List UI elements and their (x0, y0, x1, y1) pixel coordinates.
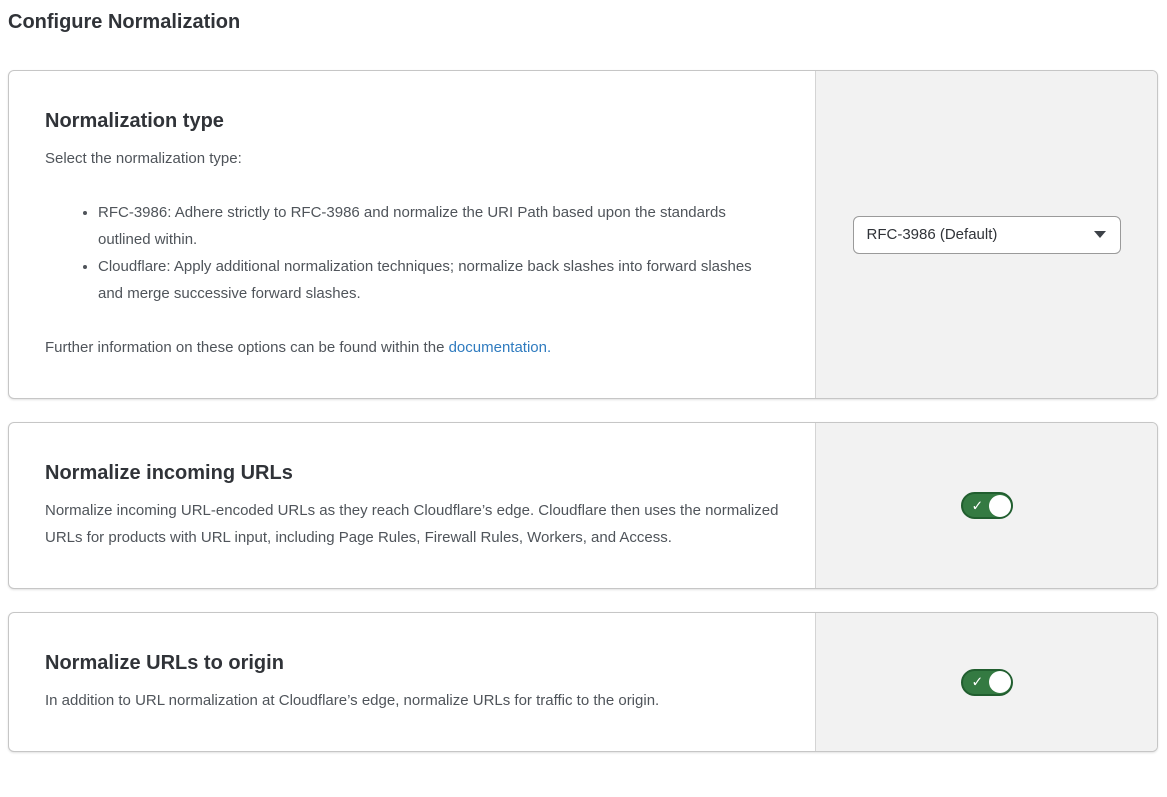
page-title: Configure Normalization (8, 10, 1158, 34)
normalization-type-select[interactable]: RFC-3986 (Default) (853, 216, 1121, 254)
footer-note-period: . (547, 339, 551, 356)
card-title: Normalization type (45, 108, 779, 134)
toggle-knob (989, 495, 1011, 517)
settings-card-normalize-urls-to-origin: Normalize URLs to origin In addition to … (8, 612, 1158, 752)
footer-note-text: Further information on these options can… (45, 339, 449, 356)
card-title: Normalize incoming URLs (45, 460, 779, 486)
card-content: Normalize URLs to origin In addition to … (9, 613, 815, 751)
card-intro: Select the normalization type: (45, 145, 779, 172)
settings-card-normalization-type: Normalization type Select the normalizat… (8, 70, 1158, 399)
card-content: Normalize incoming URLs Normalize incomi… (9, 423, 815, 588)
card-control-panel: ✓ (815, 613, 1157, 751)
card-title: Normalize URLs to origin (45, 650, 779, 676)
list-item: Cloudflare: Apply additional normalizati… (98, 253, 779, 307)
footer-note: Further information on these options can… (45, 334, 779, 361)
settings-card-normalize-incoming-urls: Normalize incoming URLs Normalize incomi… (8, 422, 1158, 589)
card-description: In addition to URL normalization at Clou… (45, 687, 779, 714)
list-item: RFC-3986: Adhere strictly to RFC-3986 an… (98, 199, 779, 253)
documentation-link[interactable]: documentation (449, 339, 547, 356)
card-control-panel: ✓ (815, 423, 1157, 588)
normalize-incoming-urls-toggle[interactable]: ✓ (961, 492, 1013, 519)
check-icon: ✓ (972, 675, 984, 689)
check-icon: ✓ (972, 498, 984, 512)
toggle-knob (989, 671, 1011, 693)
card-content: Normalization type Select the normalizat… (9, 71, 815, 398)
bullet-list: RFC-3986: Adhere strictly to RFC-3986 an… (45, 199, 779, 307)
select-value: RFC-3986 (Default) (867, 226, 998, 243)
card-description: Normalize incoming URL-encoded URLs as t… (45, 497, 779, 551)
normalize-urls-to-origin-toggle[interactable]: ✓ (961, 669, 1013, 696)
card-control-panel: RFC-3986 (Default) (815, 71, 1157, 398)
chevron-down-icon (1094, 231, 1106, 238)
